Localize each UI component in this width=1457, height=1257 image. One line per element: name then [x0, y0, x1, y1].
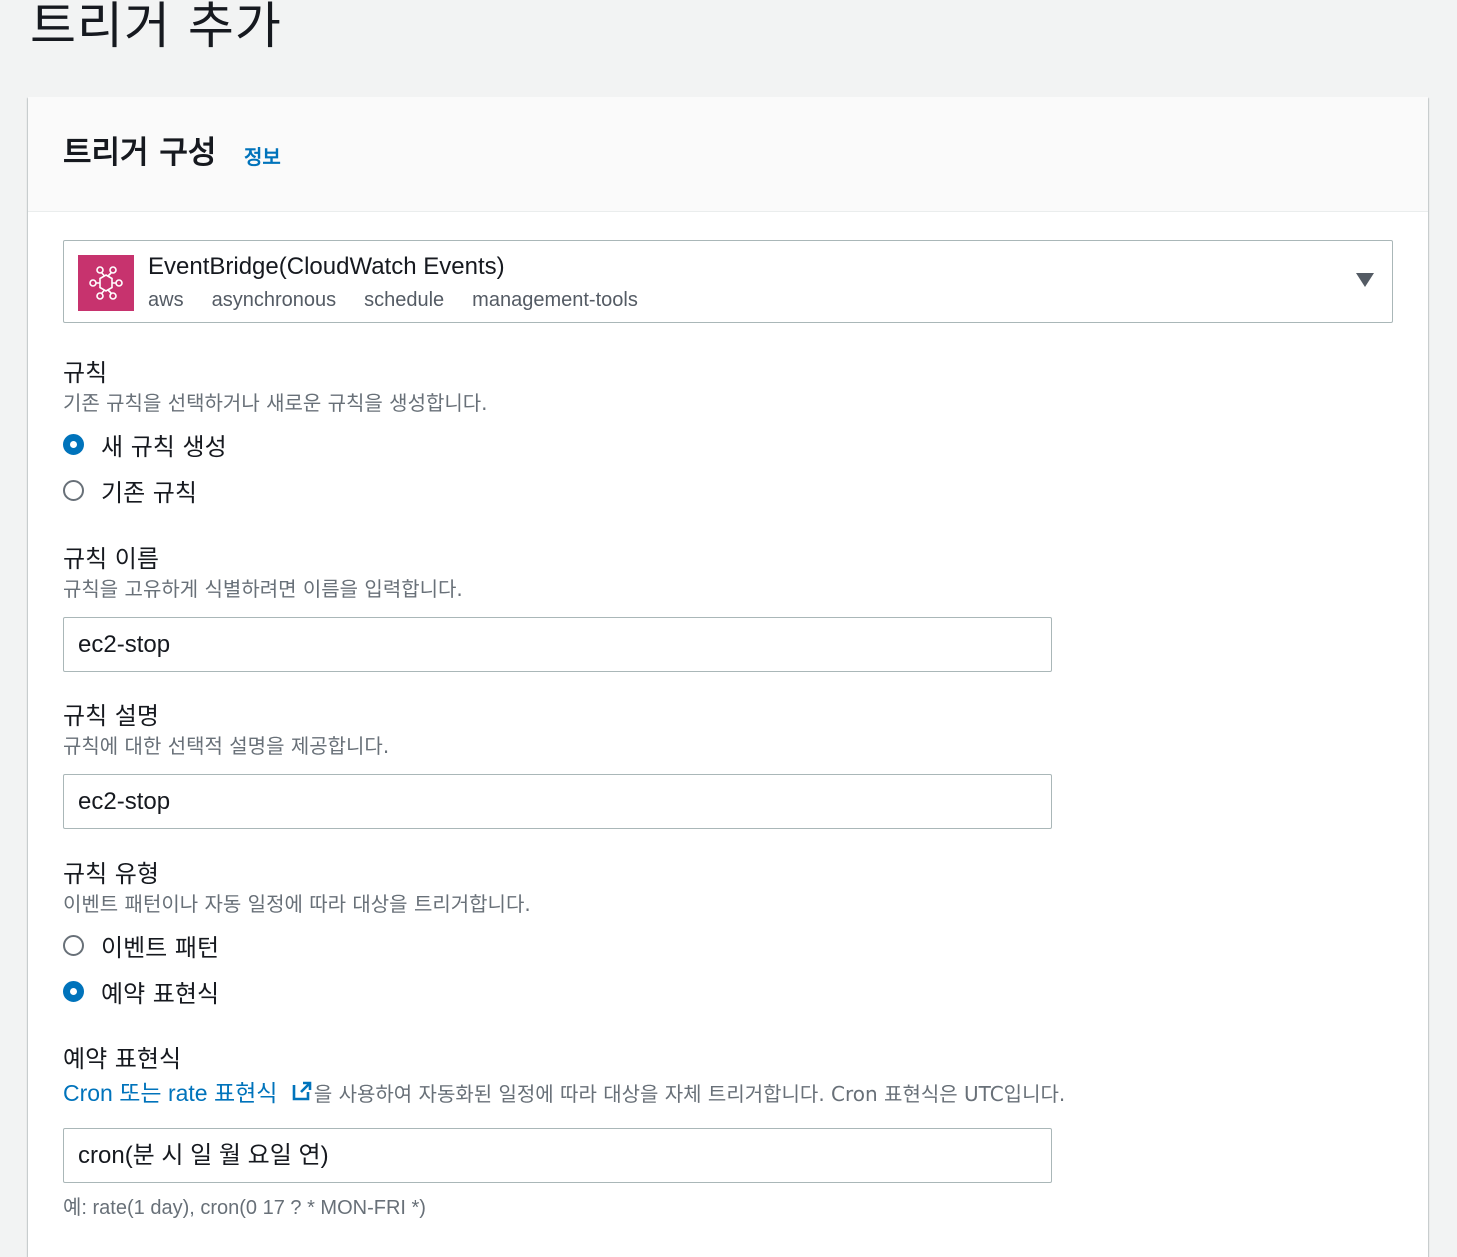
rule-description-input[interactable]: ec2-stop [63, 774, 1052, 829]
trigger-source-select[interactable]: EventBridge(CloudWatch Events) aws async… [63, 240, 1393, 323]
page-title: 트리거 추가 [30, 0, 282, 55]
rule-name-description: 규칙을 고유하게 식별하려면 이름을 입력합니다. [63, 577, 463, 601]
schedule-expression-input[interactable]: cron(분 시 일 월 요일 연) [63, 1128, 1052, 1183]
schedule-expression-field: 예약 표현식 Cron 또는 rate 표현식 을 사용하여 자동화된 일정에 … [63, 1043, 1403, 1108]
service-tag: aws [148, 289, 184, 311]
hint-example: : rate(1 day), cron(0 17 ? * MON-FRI *) [81, 1197, 426, 1219]
rule-field: 규칙 기존 규칙을 선택하거나 새로운 규칙을 생성합니다. 새 규칙 생성 기… [63, 357, 488, 513]
rule-description-field: 규칙 설명 규칙에 대한 선택적 설명을 제공합니다. [63, 700, 389, 760]
schedule-expression-help: 을 사용하여 자동화된 일정에 따라 대상을 자체 트리거합니다. Cron 표… [313, 1082, 1066, 1106]
trigger-configuration-panel: 트리거 구성 정보 EventBridge(CloudWatch Events)… [28, 97, 1428, 1257]
service-tag: asynchronous [211, 289, 337, 311]
rule-description: 기존 규칙을 선택하거나 새로운 규칙을 생성합니다. [63, 391, 488, 415]
radio-label: 새 규칙 생성 [101, 432, 227, 461]
hint-prefix: 예 [63, 1195, 82, 1219]
cron-rate-docs-link[interactable]: Cron 또는 rate 표현식 [63, 1080, 277, 1106]
external-link-icon[interactable] [290, 1079, 314, 1103]
info-link[interactable]: 정보 [244, 141, 281, 170]
rule-name-input[interactable]: ec2-stop [63, 617, 1052, 672]
radio-button[interactable] [63, 479, 84, 501]
radio-schedule-expression[interactable]: 예약 표현식 [63, 968, 531, 1014]
rule-type-field: 규칙 유형 이벤트 패턴이나 자동 일정에 따라 대상을 트리거합니다. 이벤트… [63, 858, 531, 1014]
rule-type-label: 규칙 유형 [63, 860, 159, 888]
panel-title: 트리거 구성 [63, 135, 217, 171]
rule-name-label: 규칙 이름 [63, 545, 159, 573]
schedule-expression-hint: 예: rate(1 day), cron(0 17 ? * MON-FRI *) [63, 1191, 426, 1220]
radio-existing-rule[interactable]: 기존 규칙 [63, 467, 488, 513]
service-tags: aws asynchronous schedule management-too… [148, 289, 666, 312]
rule-description-help: 규칙에 대한 선택적 설명을 제공합니다. [63, 734, 390, 758]
radio-event-pattern[interactable]: 이벤트 패턴 [63, 922, 531, 968]
radio-button-checked[interactable] [63, 980, 84, 1002]
service-name: EventBridge(CloudWatch Events) [148, 253, 505, 280]
rule-label: 규칙 [63, 359, 108, 387]
radio-label: 기존 규칙 [101, 478, 197, 507]
radio-button[interactable] [63, 934, 84, 956]
rule-description-label: 규칙 설명 [63, 702, 159, 730]
radio-button-checked[interactable] [63, 433, 84, 455]
radio-label: 예약 표현식 [101, 979, 220, 1008]
panel-header: 트리거 구성 정보 [28, 97, 1428, 212]
service-tag: schedule [364, 289, 445, 311]
rule-type-description: 이벤트 패턴이나 자동 일정에 따라 대상을 트리거합니다. [63, 892, 531, 916]
radio-label: 이벤트 패턴 [101, 933, 220, 962]
schedule-expression-description: Cron 또는 rate 표현식 을 사용하여 자동화된 일정에 따라 대상을 … [63, 1079, 1403, 1108]
rule-name-field: 규칙 이름 규칙을 고유하게 식별하려면 이름을 입력합니다. [63, 543, 463, 603]
schedule-expression-label: 예약 표현식 [63, 1045, 182, 1073]
caret-down-icon [1356, 273, 1374, 287]
service-tag: management-tools [472, 289, 638, 311]
eventbridge-icon [78, 255, 134, 311]
radio-new-rule[interactable]: 새 규칙 생성 [63, 421, 488, 467]
